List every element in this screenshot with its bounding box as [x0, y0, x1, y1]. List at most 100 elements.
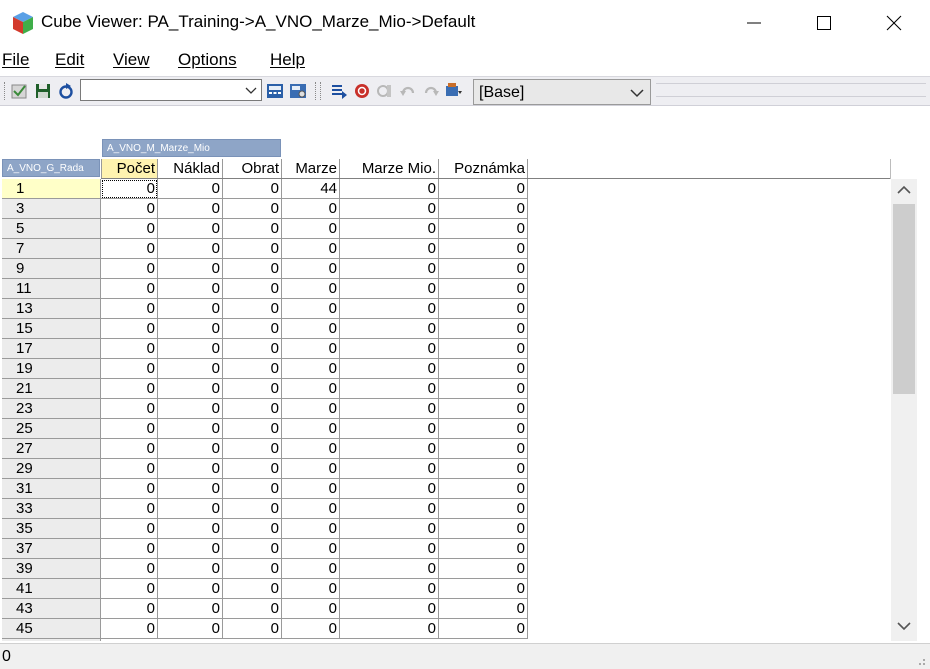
row-dimension-label[interactable]: A_VNO_G_Rada	[2, 159, 100, 177]
grid-cell[interactable]: 0	[282, 219, 340, 239]
grid-cell[interactable]: 0	[223, 419, 282, 439]
grid-cell[interactable]: 0	[223, 459, 282, 479]
grid-cell[interactable]: 0	[101, 619, 158, 639]
grid-cell[interactable]: 0	[340, 299, 439, 319]
grid-cell[interactable]: 0	[282, 439, 340, 459]
grid-cell[interactable]: 0	[439, 339, 528, 359]
grid-cell[interactable]: 0	[101, 259, 158, 279]
grid-cell[interactable]: 0	[223, 339, 282, 359]
row-header[interactable]: 37	[2, 539, 100, 559]
grid-cell[interactable]: 0	[340, 319, 439, 339]
grid-cell[interactable]: 0	[340, 619, 439, 639]
grid-cell[interactable]: 0	[282, 559, 340, 579]
grid-cell[interactable]: 0	[439, 359, 528, 379]
row-header[interactable]: 33	[2, 499, 100, 519]
grid-cell[interactable]: 0	[439, 299, 528, 319]
row-header[interactable]: 25	[2, 419, 100, 439]
grid-cell[interactable]: 0	[340, 499, 439, 519]
row-header[interactable]: 1	[2, 179, 100, 199]
grid-cell[interactable]: 0	[340, 359, 439, 379]
grid-cell[interactable]: 0	[101, 339, 158, 359]
grid-cell[interactable]: 0	[101, 499, 158, 519]
grid-cell[interactable]: 0	[282, 259, 340, 279]
toolbar-grip[interactable]	[4, 82, 6, 100]
menu-edit[interactable]: Edit	[55, 50, 84, 70]
grid-cell[interactable]: 0	[223, 519, 282, 539]
grid-cell[interactable]: 0	[158, 459, 223, 479]
row-header[interactable]: 7	[2, 239, 100, 259]
grid-cell[interactable]: 0	[439, 219, 528, 239]
grid-cell[interactable]: 0	[158, 519, 223, 539]
menu-file[interactable]: File	[2, 50, 29, 70]
grid-cell[interactable]: 0	[223, 279, 282, 299]
grid-cell[interactable]: 0	[223, 599, 282, 619]
grid-cell[interactable]: 0	[340, 219, 439, 239]
maximize-button[interactable]	[796, 0, 852, 46]
row-header[interactable]: 11	[2, 279, 100, 299]
grid-cell[interactable]: 0	[439, 459, 528, 479]
recalculate-icon[interactable]	[57, 82, 75, 100]
grid-cell[interactable]: 0	[223, 239, 282, 259]
grid-cell[interactable]: 0	[158, 599, 223, 619]
grid-cell[interactable]: 0	[101, 279, 158, 299]
row-header[interactable]: 45	[2, 619, 100, 639]
grid-cell[interactable]: 0	[282, 599, 340, 619]
grid-cell[interactable]: 0	[158, 199, 223, 219]
row-header[interactable]: 5	[2, 219, 100, 239]
row-header[interactable]: 43	[2, 599, 100, 619]
grid-cell[interactable]: 0	[439, 319, 528, 339]
minimize-button[interactable]	[726, 0, 782, 46]
calculator-icon[interactable]	[266, 82, 284, 100]
grid-cell[interactable]: 0	[223, 559, 282, 579]
grid-cell[interactable]: 0	[282, 239, 340, 259]
grid-cell[interactable]: 0	[158, 579, 223, 599]
grid-cell[interactable]: 0	[340, 379, 439, 399]
grid-cell[interactable]: 0	[340, 539, 439, 559]
grid-cell[interactable]: 0	[101, 579, 158, 599]
grid-cell[interactable]: 0	[282, 399, 340, 419]
column-header[interactable]: Poznámka	[439, 159, 528, 179]
row-header[interactable]: 41	[2, 579, 100, 599]
grid-cell[interactable]: 0	[101, 439, 158, 459]
grid-cell[interactable]: 0	[282, 619, 340, 639]
grid-cell[interactable]: 0	[158, 499, 223, 519]
grid-cell[interactable]: 0	[158, 419, 223, 439]
menu-options[interactable]: Options	[178, 50, 237, 70]
scroll-down-icon[interactable]	[897, 621, 911, 631]
grid-cell[interactable]: 0	[101, 239, 158, 259]
row-header[interactable]: 17	[2, 339, 100, 359]
grid-cell[interactable]: 0	[340, 579, 439, 599]
grid-cell[interactable]: 0	[282, 519, 340, 539]
grid-cell[interactable]: 0	[158, 299, 223, 319]
grid-cell[interactable]: 0	[101, 479, 158, 499]
close-button[interactable]	[866, 0, 922, 46]
column-header[interactable]: Obrat	[223, 159, 282, 179]
grid-cell[interactable]: 0	[439, 399, 528, 419]
row-header[interactable]: 29	[2, 459, 100, 479]
grid-cell[interactable]: 0	[101, 399, 158, 419]
column-header[interactable]: Marze	[282, 159, 340, 179]
grid-cell[interactable]: 0	[158, 479, 223, 499]
grid-cell[interactable]: 0	[282, 319, 340, 339]
grid-cell[interactable]: 0	[439, 619, 528, 639]
grid-cell[interactable]: 0	[223, 319, 282, 339]
grid-cell[interactable]: 0	[340, 399, 439, 419]
grid-cell[interactable]: 0	[340, 179, 439, 199]
grid-cell[interactable]: 0	[101, 419, 158, 439]
grid-cell[interactable]: 0	[223, 539, 282, 559]
grid-cell[interactable]: 0	[439, 519, 528, 539]
grid-cell[interactable]: 0	[439, 479, 528, 499]
export-icon[interactable]	[330, 82, 348, 100]
grid-cell[interactable]: 0	[282, 459, 340, 479]
grid-cell[interactable]: 0	[340, 479, 439, 499]
grid-cell[interactable]: 0	[158, 239, 223, 259]
grid-cell[interactable]: 0	[340, 559, 439, 579]
resize-grip-icon[interactable]	[914, 654, 926, 666]
stop-icon[interactable]	[353, 82, 371, 100]
grid-cell[interactable]: 0	[223, 179, 282, 199]
grid-cell[interactable]: 0	[439, 259, 528, 279]
row-header[interactable]: 39	[2, 559, 100, 579]
column-header[interactable]: Náklad	[158, 159, 223, 179]
grid-cell[interactable]: 0	[101, 559, 158, 579]
row-header[interactable]: 21	[2, 379, 100, 399]
